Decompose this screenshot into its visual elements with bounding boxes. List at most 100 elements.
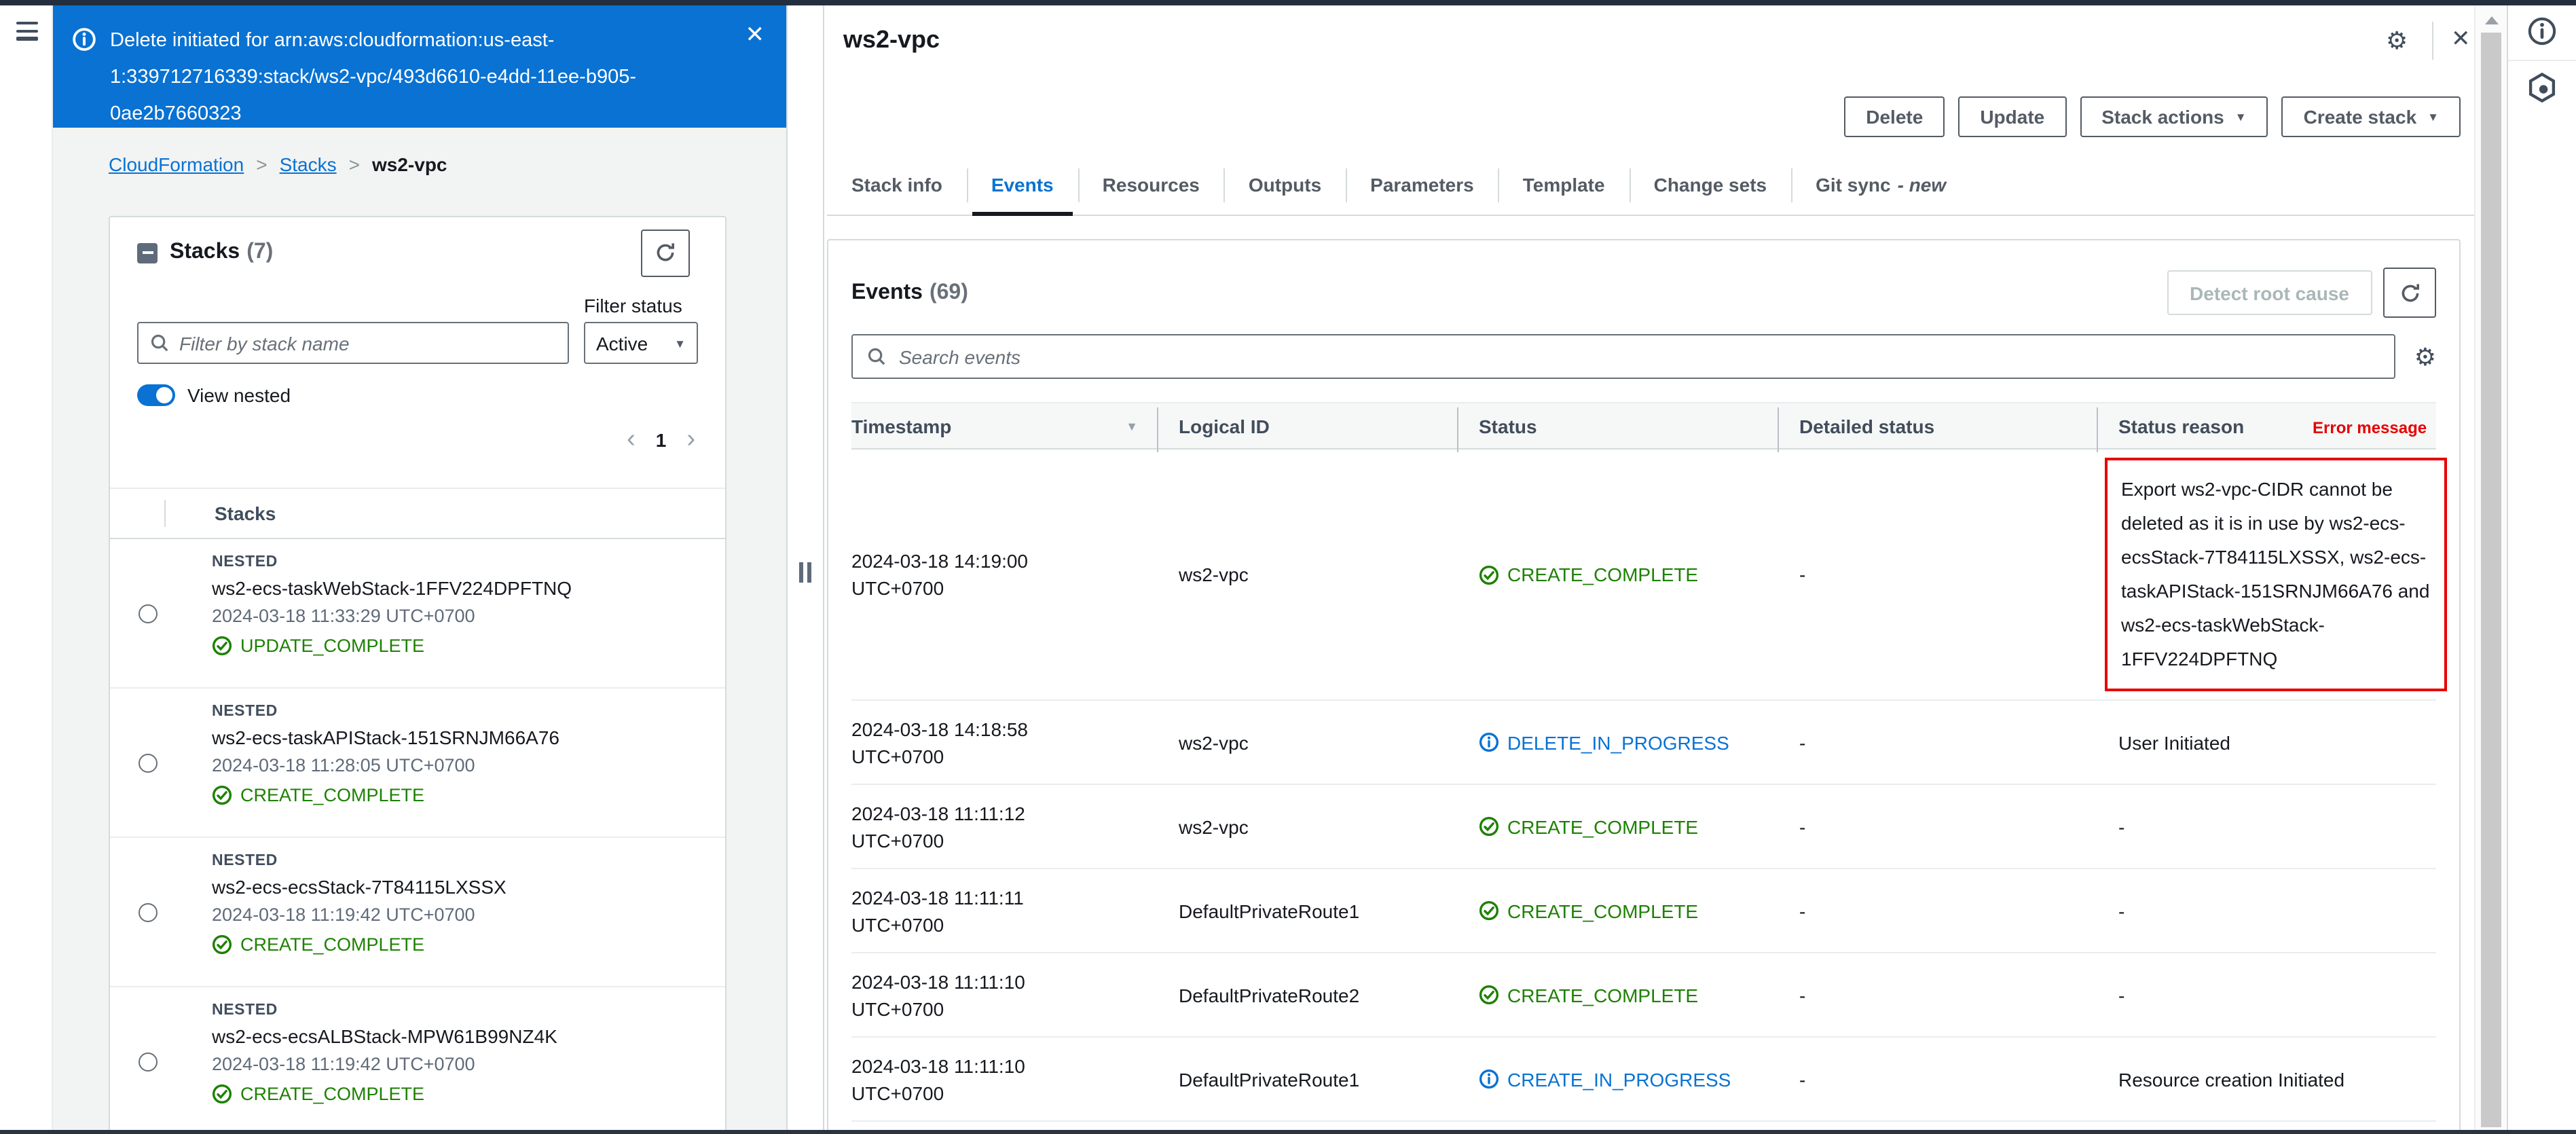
tab[interactable]: Outputs	[1223, 155, 1346, 215]
column-header-logical-id: Logical ID	[1157, 407, 1457, 452]
breadcrumb-stacks[interactable]: Stacks	[280, 153, 337, 175]
event-status-reason: Export ws2-vpc-CIDR cannot be deleted as…	[2097, 450, 2447, 699]
stack-list-item[interactable]: NESTED ws2-ecs-taskWebStack-1FFV224DPFTN…	[110, 539, 725, 689]
gear-icon[interactable]: ⚙	[2386, 29, 2408, 53]
refresh-button[interactable]	[641, 229, 690, 276]
stack-name: ws2-ecs-ecsALBStack-MPW61B99NZ4K	[212, 1025, 557, 1047]
event-detailed-status: -	[1799, 984, 1806, 1006]
radio-button[interactable]	[139, 753, 158, 772]
tab[interactable]: Template	[1498, 155, 1630, 215]
status-filter-select[interactable]: Active ▼	[584, 322, 698, 364]
success-icon	[212, 1084, 232, 1104]
nested-badge: NESTED	[212, 554, 278, 570]
tab-label: Stack info	[851, 174, 942, 196]
stack-list-header: Stacks	[110, 488, 725, 539]
close-icon[interactable]: ✕	[2451, 27, 2471, 50]
status-reason-text: User Initiated	[2118, 731, 2230, 753]
status-reason-text: -	[2118, 984, 2125, 1006]
stacks-panel: Stacks (7) Filter status Active	[109, 216, 726, 1134]
event-logical-id: DefaultPrivateRoute2	[1179, 984, 1360, 1006]
tab[interactable]: Resources	[1078, 155, 1224, 215]
event-logical-id: ws2-vpc	[1179, 731, 1249, 753]
next-page-icon[interactable]: ›	[686, 426, 695, 452]
event-timestamp: 2024-03-18 11:11:10 UTC+0700	[851, 1055, 1025, 1103]
left-rail	[0, 5, 53, 1134]
stack-filter-input[interactable]	[137, 322, 569, 364]
scroll-up-icon[interactable]	[2484, 16, 2498, 24]
event-status: CREATE_IN_PROGRESS	[1457, 1065, 1778, 1093]
events-table-body: 2024-03-18 14:19:00 UTC+0700 ws2-vpc CRE	[851, 450, 2447, 1134]
event-logical-id: DefaultPrivateRoute1	[1179, 1068, 1360, 1090]
tab[interactable]: Parameters	[1346, 155, 1498, 215]
in-progress-icon	[1479, 1069, 1499, 1089]
stack-created-date: 2024-03-18 11:19:42 UTC+0700	[212, 1054, 475, 1074]
close-icon[interactable]: ✕	[746, 23, 765, 46]
radio-button[interactable]	[139, 1052, 158, 1071]
refresh-button[interactable]	[2383, 268, 2436, 318]
tab[interactable]: Events	[966, 155, 1078, 216]
hamburger-menu-icon[interactable]	[16, 22, 38, 44]
in-progress-icon	[1479, 732, 1499, 752]
amazon-q-icon[interactable]	[2525, 71, 2559, 111]
success-icon	[1479, 900, 1499, 921]
tab-label: Events	[991, 174, 1054, 196]
event-detailed-status: -	[1799, 816, 1806, 837]
radio-button[interactable]	[139, 902, 158, 921]
event-status: CREATE_COMPLETE	[1457, 897, 1778, 924]
event-detailed-status: -	[1799, 900, 1806, 921]
scrollbar-thumb[interactable]	[2481, 33, 2501, 1127]
chevron-right-icon: >	[348, 153, 360, 175]
event-status-reason: -	[2097, 978, 2436, 1011]
detect-root-cause-button[interactable]: Detect root cause	[2167, 270, 2372, 315]
success-icon	[212, 934, 232, 955]
action-button[interactable]: Update	[1958, 96, 2067, 137]
stack-status-text: CREATE_COMPLETE	[240, 1084, 425, 1104]
page-number[interactable]: 1	[656, 428, 667, 450]
events-search-input[interactable]	[851, 334, 2395, 379]
info-icon[interactable]	[2527, 16, 2557, 53]
collapse-panel-icon[interactable]	[137, 242, 158, 263]
info-icon	[72, 27, 96, 52]
event-detailed-status: -	[1799, 564, 1806, 585]
stack-list-item[interactable]: NESTED ws2-ecs-ecsStack-7T84115LXSSX 202…	[110, 838, 725, 987]
event-status-text: CREATE_IN_PROGRESS	[1507, 1068, 1731, 1090]
action-button-label: Create stack	[2303, 106, 2417, 128]
divider	[2508, 60, 2576, 61]
tab-label: Parameters	[1370, 174, 1474, 196]
breadcrumb-cloudformation[interactable]: CloudFormation	[109, 153, 244, 175]
view-nested-toggle[interactable]	[137, 384, 175, 406]
sort-descending-icon[interactable]: ▼	[1126, 419, 1138, 433]
tab[interactable]: Git sync - new	[1791, 155, 1970, 215]
banner-message: Delete initiated for arn:aws:cloudformat…	[110, 30, 636, 125]
tab[interactable]: Stack info	[827, 155, 967, 215]
caret-down-icon: ▼	[674, 336, 686, 350]
event-row: 2024-03-18 11:11:12 UTC+0700 ws2-vpc CRE	[851, 785, 2436, 869]
search-icon	[149, 333, 170, 360]
column-header-timestamp[interactable]: Timestamp ▼	[851, 415, 1157, 437]
event-detailed-status: -	[1799, 1068, 1806, 1090]
action-button[interactable]: Delete	[1844, 96, 1945, 137]
view-nested-label: View nested	[187, 384, 291, 406]
splitter-drag-handle[interactable]	[799, 562, 811, 583]
action-button[interactable]: Create stack ▼	[2281, 96, 2461, 137]
stack-created-date: 2024-03-18 11:28:05 UTC+0700	[212, 755, 475, 775]
stack-status-text: UPDATE_COMPLETE	[240, 636, 425, 656]
stack-detail-tabs: Stack info Events Resources Outputs Para…	[827, 155, 2474, 216]
search-icon	[866, 346, 887, 373]
action-button[interactable]: Stack actions ▼	[2080, 96, 2268, 137]
stack-list-item[interactable]: NESTED ws2-ecs-ecsALBStack-MPW61B99NZ4K …	[110, 987, 725, 1134]
tab[interactable]: Change sets	[1629, 155, 1792, 215]
stack-status-text: CREATE_COMPLETE	[240, 934, 425, 955]
caret-down-icon: ▼	[2427, 110, 2439, 124]
radio-button[interactable]	[139, 604, 158, 623]
previous-page-icon[interactable]: ‹	[627, 426, 636, 452]
stacks-panel-title: Stacks	[170, 240, 240, 263]
success-icon	[1479, 816, 1499, 837]
stack-status-text: CREATE_COMPLETE	[240, 785, 425, 805]
events-count: (69)	[929, 280, 968, 304]
stack-list-item[interactable]: NESTED ws2-ecs-taskAPIStack-151SRNJM66A7…	[110, 689, 725, 838]
stacks-count: (7)	[246, 240, 274, 263]
event-timestamp: 2024-03-18 14:19:00 UTC+0700	[851, 550, 1028, 599]
gear-icon[interactable]: ⚙	[2414, 344, 2436, 369]
events-title: Events	[851, 280, 923, 304]
